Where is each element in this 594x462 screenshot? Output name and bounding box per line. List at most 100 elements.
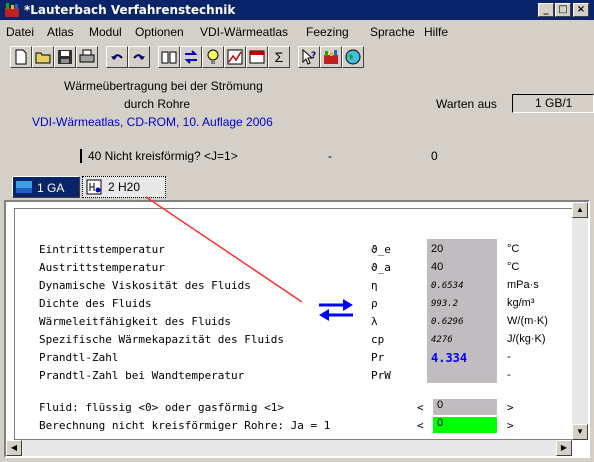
row-label: Wärmeleitfähigkeit des Fluids xyxy=(39,315,232,328)
tab-1-label: 1 GA xyxy=(37,181,65,195)
close-button[interactable]: × xyxy=(573,3,589,17)
option-marker xyxy=(80,149,82,163)
undo-icon xyxy=(111,54,123,60)
menu-bar: Datei Atlas Modul Optionen VDI-Wärmeatla… xyxy=(0,22,594,42)
row-unit: J/(kg·K) xyxy=(507,333,546,345)
chart-button[interactable] xyxy=(224,46,246,68)
option-separator: - xyxy=(328,149,332,163)
status-field[interactable]: 1 GB/1 xyxy=(512,94,594,113)
tab-h20-icon xyxy=(86,179,102,195)
swap-arrows-icon[interactable] xyxy=(317,297,355,323)
row-unit: °C xyxy=(507,243,520,255)
content-panel: Eintrittstemperatur Austrittstemperatur … xyxy=(4,200,590,458)
table-button[interactable] xyxy=(246,46,268,68)
menu-atlas[interactable]: Atlas xyxy=(47,25,74,39)
globe-icon xyxy=(345,49,361,65)
app-logo-button[interactable] xyxy=(320,46,342,68)
fluid-label: Fluid: flüssig <0> oder gasförmig <1> xyxy=(39,401,285,414)
save-disk-icon xyxy=(58,50,72,64)
redo-icon xyxy=(133,54,145,60)
print-button[interactable] xyxy=(76,46,98,68)
input-table: Eintrittstemperatur Austrittstemperatur … xyxy=(14,208,578,440)
tab-2-h20[interactable]: 2 H20 xyxy=(82,176,166,198)
window-title: *Lauterbach Verfahrenstechnik xyxy=(24,3,236,17)
svg-text:?: ? xyxy=(311,51,316,61)
save-button[interactable] xyxy=(54,46,76,68)
tab-2-label: 2 H20 xyxy=(108,180,141,194)
row-unit: - xyxy=(507,369,511,381)
row-label: Prandtl-Zahl bei Wandtemperatur xyxy=(39,369,245,382)
help-button[interactable]: ? xyxy=(298,46,320,68)
book-icon xyxy=(161,51,177,64)
main-window: *Lauterbach Verfahrenstechnik _ □ × Date… xyxy=(0,0,594,462)
row-label: Spezifische Wärmekapazität des Fluids xyxy=(39,333,285,346)
status-label: Warten aus xyxy=(436,97,497,111)
menu-datei[interactable]: Datei xyxy=(6,25,34,39)
computed-value: 993.2 xyxy=(431,299,459,309)
scroll-down-icon[interactable]: ▼ xyxy=(572,424,588,440)
option-label: 40 Nicht kreisförmig? <J=1> xyxy=(88,149,238,163)
scroll-up-icon[interactable]: ▲ xyxy=(572,202,588,218)
redo-button[interactable] xyxy=(128,46,150,68)
menu-sprache[interactable]: Sprache xyxy=(370,25,415,39)
lightbulb-icon xyxy=(207,49,219,64)
chart-icon xyxy=(227,49,243,65)
undo-button[interactable] xyxy=(106,46,128,68)
info-button[interactable] xyxy=(202,46,224,68)
header-line-2: durch Rohre xyxy=(124,97,191,111)
lauterbach-logo-icon xyxy=(324,50,338,64)
maximize-button[interactable]: □ xyxy=(555,3,571,17)
row-label: Prandtl-Zahl xyxy=(39,351,119,364)
row-label: Dichte des Fluids xyxy=(39,297,152,310)
row-label: Eintrittstemperatur xyxy=(39,243,165,256)
computed-value: 4276 xyxy=(431,335,453,345)
input-value[interactable]: 40 xyxy=(431,261,443,273)
row-symbol: λ xyxy=(371,315,378,328)
menu-feezing[interactable]: Feezing xyxy=(306,25,349,39)
row-symbol: cp xyxy=(371,333,385,346)
title-bar[interactable]: *Lauterbach Verfahrenstechnik _ □ × xyxy=(0,0,594,20)
new-button[interactable] xyxy=(10,46,32,68)
horizontal-scrollbar[interactable]: ◀ ▶ xyxy=(6,440,572,456)
row-unit: W/(m·K) xyxy=(507,315,548,327)
calc-lt: < xyxy=(417,419,424,432)
option-value: 0 xyxy=(431,149,438,163)
calc-label: Berechnung nicht kreisförmiger Rohre: Ja… xyxy=(39,419,331,432)
row-label: Dynamische Viskosität des Fluids xyxy=(39,279,251,292)
web-button[interactable] xyxy=(342,46,364,68)
menu-optionen[interactable]: Optionen xyxy=(135,25,184,39)
row-unit: kg/m³ xyxy=(507,297,535,309)
row-unit: mPa·s xyxy=(507,279,539,291)
tab-ga-icon xyxy=(16,181,32,193)
vertical-scrollbar[interactable]: ▲ ▼ xyxy=(572,202,588,440)
fluid-gt: > xyxy=(507,401,514,414)
swap-arrows-icon xyxy=(184,50,198,64)
row-symbol: ϑ_a xyxy=(371,261,391,274)
input-value[interactable]: 20 xyxy=(431,243,443,255)
row-label: Austrittstemperatur xyxy=(39,261,165,274)
header-line-1: Wärmeübertragung bei der Strömung xyxy=(64,79,263,93)
computed-value: 0.6534 xyxy=(431,281,464,291)
scroll-right-icon[interactable]: ▶ xyxy=(556,440,572,456)
tab-1-ga[interactable]: 1 GA xyxy=(12,176,80,198)
scroll-left-icon[interactable]: ◀ xyxy=(6,440,22,456)
minimize-button[interactable]: _ xyxy=(538,3,554,17)
sum-button[interactable]: Σ xyxy=(268,46,290,68)
toolbar: Σ ? xyxy=(10,46,594,70)
menu-vdi-waermeatlas[interactable]: VDI-Wärmeatlas xyxy=(200,25,288,39)
computed-value: 0.6296 xyxy=(431,317,464,327)
open-button[interactable] xyxy=(32,46,54,68)
source-label: VDI-Wärmeatlas, CD-ROM, 10. Auflage 2006 xyxy=(32,115,273,129)
row-symbol: η xyxy=(371,279,378,292)
prandtl-result: 4.334 xyxy=(431,351,468,365)
atlas-button[interactable] xyxy=(158,46,180,68)
calc-input[interactable]: 0 xyxy=(433,417,497,433)
open-folder-icon xyxy=(35,52,51,64)
menu-hilfe[interactable]: Hilfe xyxy=(424,25,448,39)
row-symbol: Pr xyxy=(371,351,385,364)
printer-icon xyxy=(79,49,95,63)
row-symbol: ρ xyxy=(371,297,378,310)
swap-button[interactable] xyxy=(180,46,202,68)
fluid-input[interactable]: 0 xyxy=(433,399,497,415)
menu-modul[interactable]: Modul xyxy=(89,25,122,39)
